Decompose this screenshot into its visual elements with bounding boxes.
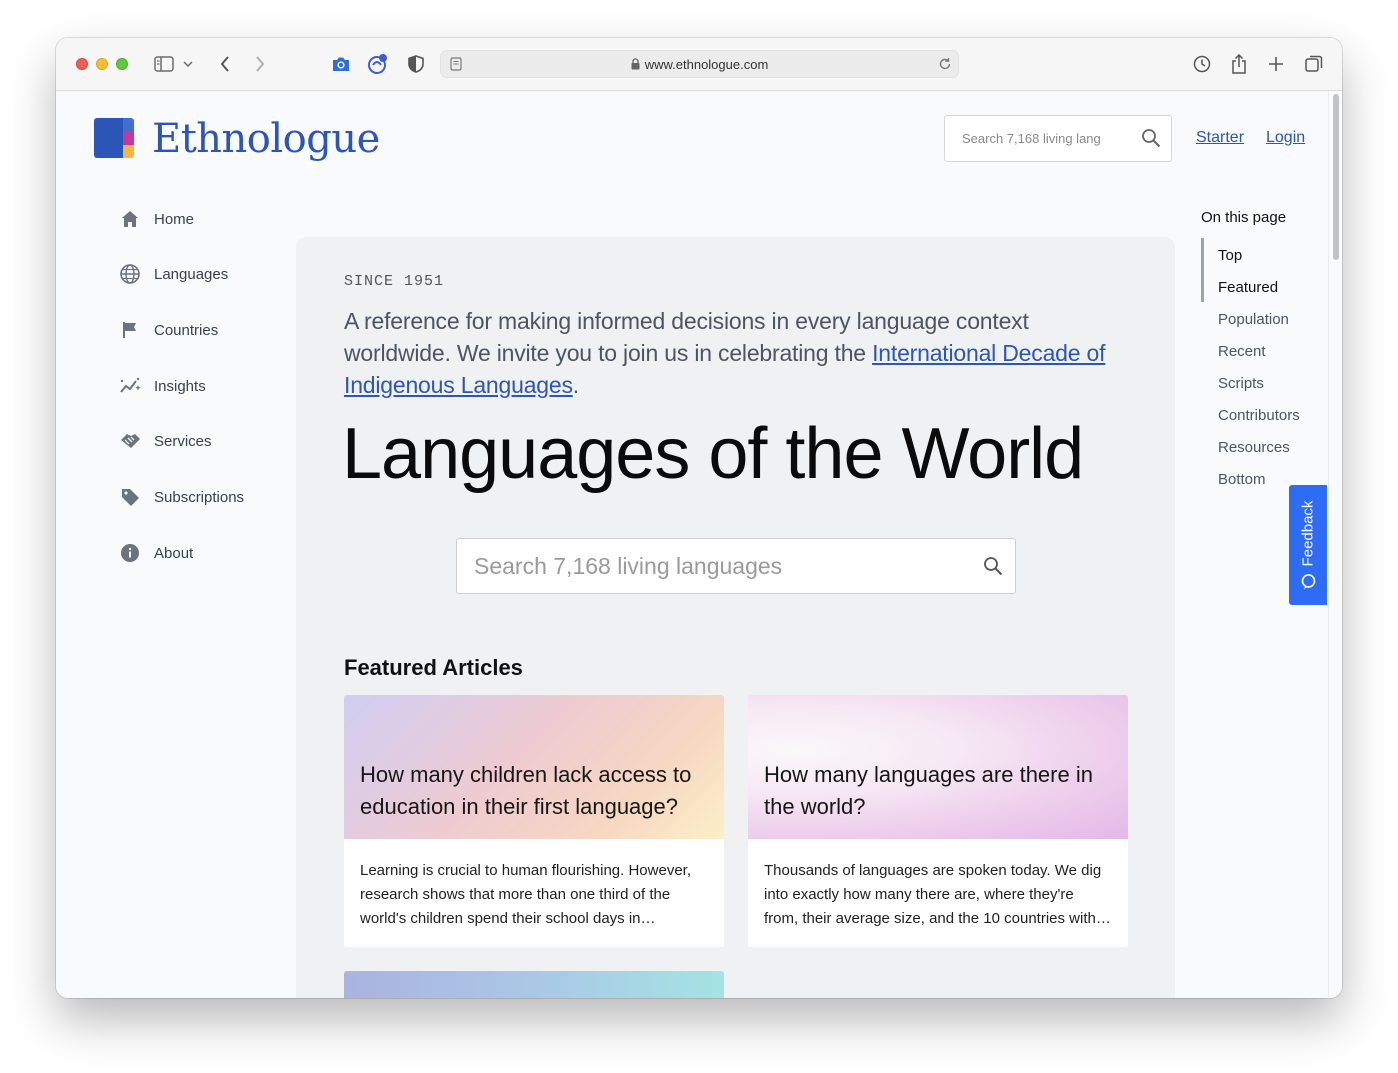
main-content: SINCE 1951 A reference for making inform… [296, 237, 1175, 998]
sidebar-item-label: Insights [154, 377, 206, 395]
back-icon[interactable] [213, 52, 237, 76]
language-search-input[interactable] [457, 539, 957, 593]
language-search [456, 538, 1016, 594]
sidebar-item-languages[interactable]: Languages [118, 262, 228, 286]
info-icon [118, 541, 142, 565]
address-bar[interactable]: www.ethnologue.com [440, 50, 959, 78]
sidebar-item-services[interactable]: Services [118, 429, 212, 453]
history-icon[interactable] [1190, 52, 1214, 76]
extension-badge-icon[interactable] [366, 52, 390, 76]
web-page: Ethnologue Starter Login Home Languages [56, 91, 1342, 998]
search-icon[interactable] [983, 556, 1003, 581]
logo-mark [94, 118, 136, 160]
feedback-button[interactable]: Feedback [1289, 485, 1327, 605]
page-scrollbar[interactable] [1328, 91, 1342, 998]
shield-icon[interactable] [404, 52, 428, 76]
flag-icon [118, 318, 142, 342]
toc-item-population[interactable]: Population [1218, 311, 1289, 328]
header-search [944, 115, 1172, 162]
forward-icon[interactable] [248, 52, 272, 76]
sidebar-item-label: Languages [154, 265, 229, 283]
zoom-window-button[interactable] [116, 58, 128, 70]
toc-item-top[interactable]: Top [1218, 247, 1242, 264]
since-label: SINCE 1951 [344, 273, 445, 290]
toc-item-resources[interactable]: Resources [1218, 439, 1290, 456]
sidebar-toggle-icon[interactable] [152, 52, 176, 76]
article-card[interactable]: How many children lack access to educati… [344, 695, 724, 947]
scrollbar-thumb[interactable] [1333, 94, 1339, 260]
article-card[interactable] [344, 971, 724, 998]
sidebar-item-label: Services [154, 432, 212, 450]
sidebar-item-insights[interactable]: Insights [118, 374, 206, 398]
browser-toolbar: www.ethnologue.com [56, 38, 1342, 91]
services-icon [118, 429, 142, 453]
camera-extension-icon[interactable] [329, 52, 353, 76]
page-title: Languages of the World [342, 414, 1084, 494]
card-excerpt: Thousands of languages are spoken today.… [764, 862, 1111, 927]
starter-link[interactable]: Starter [1196, 129, 1244, 147]
lead-paragraph: A reference for making informed decision… [344, 308, 1106, 398]
article-card[interactable]: How many languages are there in the worl… [748, 695, 1128, 947]
url-text: www.ethnologue.com [644, 57, 769, 72]
login-link[interactable]: Login [1266, 129, 1305, 147]
toc-item-featured[interactable]: Featured [1218, 279, 1278, 296]
share-icon[interactable] [1227, 52, 1251, 76]
browser-window: www.ethnologue.com Ethnologue Search 7,1… [56, 38, 1342, 998]
search-icon[interactable] [1141, 128, 1161, 153]
tab-overview-icon[interactable] [1302, 52, 1326, 76]
sidebar-item-label: About [154, 544, 194, 562]
toc-item-bottom[interactable]: Bottom [1218, 471, 1266, 488]
card-banner: How many languages are there in the worl… [748, 695, 1128, 839]
card-excerpt: Learning is crucial to human flourishing… [360, 862, 692, 927]
sidebar-item-label: Subscriptions [154, 488, 245, 506]
close-window-button[interactable] [76, 58, 88, 70]
featured-heading: Featured Articles [344, 655, 523, 680]
logo-text: Ethnologue [152, 116, 380, 162]
sidebar-item-about[interactable]: About [118, 541, 193, 565]
home-icon [118, 207, 142, 231]
sidebar-item-label: Home [154, 210, 195, 228]
sidebar-item-label: Countries [154, 321, 219, 339]
insights-icon [118, 374, 142, 398]
card-title: How many children lack access to educati… [360, 762, 692, 819]
lock-icon [631, 58, 640, 73]
toc-heading: On this page [1201, 209, 1287, 226]
toc-item-scripts[interactable]: Scripts [1218, 375, 1264, 392]
tag-icon [118, 485, 142, 509]
header-search-input[interactable] [945, 116, 1135, 161]
toc-active-indicator [1201, 238, 1204, 302]
new-tab-icon[interactable] [1264, 52, 1288, 76]
chat-bubble-icon [1300, 573, 1316, 589]
site-logo[interactable]: Ethnologue [94, 116, 380, 162]
sidebar-item-countries[interactable]: Countries [118, 318, 218, 342]
toc-item-recent[interactable]: Recent [1218, 343, 1266, 360]
chevron-down-icon[interactable] [180, 52, 196, 76]
toc-item-contributors[interactable]: Contributors [1218, 407, 1300, 424]
sidebar-item-home[interactable]: Home [118, 207, 194, 231]
card-banner: How many children lack access to educati… [344, 695, 724, 839]
sidebar-item-subscriptions[interactable]: Subscriptions [118, 485, 244, 509]
feedback-label: Feedback [1299, 500, 1317, 567]
globe-icon [118, 262, 142, 286]
card-title: How many languages are there in the worl… [764, 762, 1093, 819]
card-banner [344, 971, 724, 998]
reload-icon[interactable] [938, 57, 952, 76]
minimize-window-button[interactable] [96, 58, 108, 70]
